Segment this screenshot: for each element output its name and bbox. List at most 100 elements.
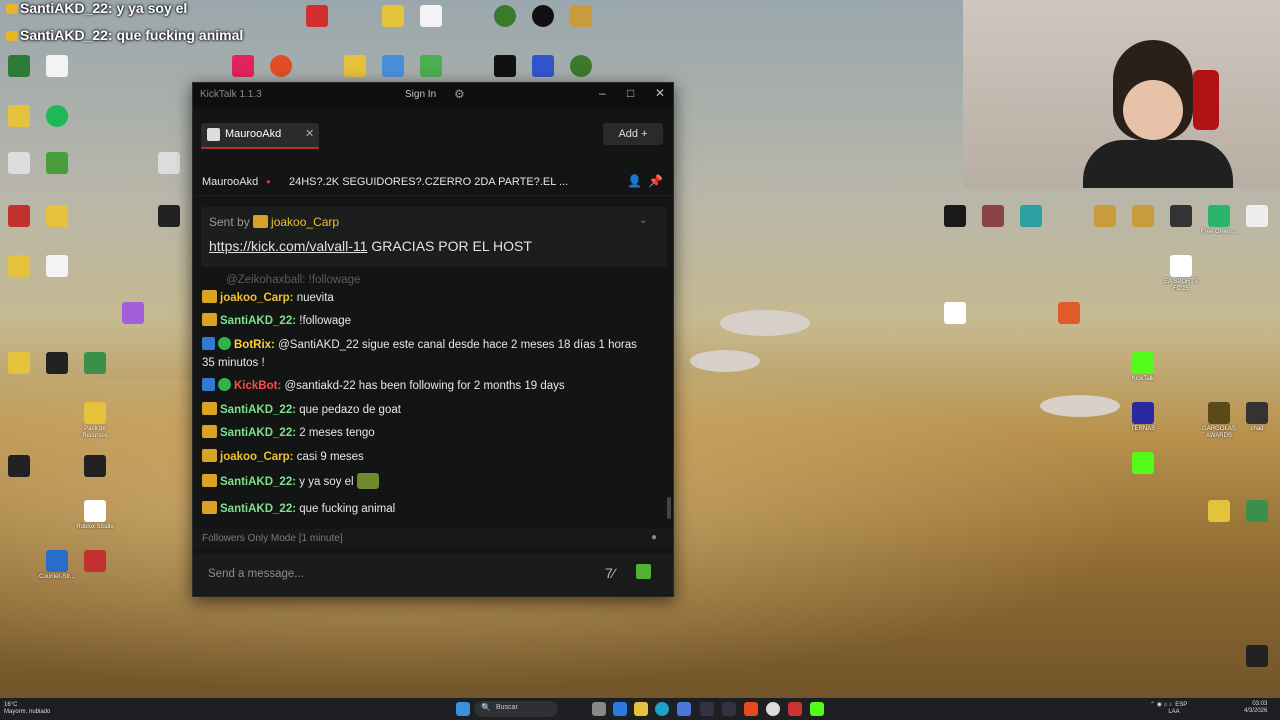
pinned-link[interactable]: https://kick.com/valvall-11 [209, 238, 367, 254]
close-tab-icon[interactable]: ✕ [305, 127, 314, 140]
chat-message: SantiAKD_22: 2 meses tengo [202, 424, 652, 442]
stream-title: 24HS?.2K SEGUIDORES?.CZERRO 2DA PARTE?.E… [289, 176, 569, 188]
brave-icon[interactable] [744, 702, 758, 716]
desktop-icon[interactable] [262, 55, 300, 79]
desktop-icon[interactable] [298, 5, 336, 29]
user-icon[interactable]: 👤 [627, 174, 642, 188]
sign-in-button[interactable]: Sign In [405, 89, 436, 100]
windows-start-icon[interactable] [456, 702, 470, 716]
app-icon[interactable] [722, 702, 736, 716]
desktop-icon[interactable] [1050, 302, 1088, 326]
desktop-icon[interactable] [224, 55, 262, 79]
desktop-icon[interactable] [76, 455, 114, 479]
maximize-icon[interactable]: □ [627, 86, 634, 100]
taskview-icon[interactable] [592, 702, 606, 716]
desktop-icon[interactable] [1086, 205, 1124, 229]
app-icon[interactable] [788, 702, 802, 716]
system-tray[interactable]: ⌃ ◉ ⌂ ♪ ESP LAA [1150, 702, 1187, 716]
desktop-icon[interactable] [114, 302, 152, 326]
desktop-icon[interactable] [1012, 205, 1050, 229]
desktop-icon[interactable] [38, 105, 76, 129]
chrome-icon[interactable] [766, 702, 780, 716]
desktop-icon[interactable] [974, 205, 1012, 229]
desktop-icon[interactable] [1238, 645, 1276, 669]
desktop-icon[interactable]: Free Green... [1200, 205, 1238, 236]
desktop-icon[interactable] [0, 205, 38, 229]
info-icon[interactable]: ● [651, 532, 657, 543]
desktop-icon[interactable]: chad [1238, 402, 1276, 433]
desktop-icon[interactable] [150, 205, 188, 229]
desktop-icon[interactable] [0, 255, 38, 279]
desktop-icon[interactable] [486, 5, 524, 29]
crown-icon [6, 4, 18, 15]
desktop-icon[interactable]: Pack de Recursos [76, 402, 114, 440]
desktop-icon[interactable] [1238, 205, 1276, 229]
desktop-icon[interactable]: EA SPORTS FC 25 [1162, 255, 1200, 293]
clock[interactable]: 03:03 4/3/2026 [1244, 701, 1267, 715]
desktop-icon[interactable] [1200, 500, 1238, 524]
add-tab-button[interactable]: Add + [603, 123, 663, 145]
desktop-icon[interactable] [38, 255, 76, 279]
kick-emote-icon[interactable] [636, 564, 651, 579]
desktop-icon[interactable]: Counter-Str... [38, 550, 76, 581]
desktop-icon[interactable] [0, 152, 38, 176]
desktop-icon[interactable] [0, 55, 38, 79]
app-icon[interactable] [700, 702, 714, 716]
emote-picker-icon[interactable]: 7⁄ [605, 565, 615, 581]
desktop-icon[interactable] [38, 55, 76, 79]
close-icon[interactable]: ✕ [655, 86, 665, 100]
desktop-icon[interactable] [0, 352, 38, 376]
edge-icon[interactable] [655, 702, 669, 716]
desktop-icon[interactable] [1162, 205, 1200, 229]
gear-icon[interactable]: ⚙ [454, 87, 465, 101]
chat-messages: @Zeikohaxball: !followage joakoo_Carp: n… [193, 271, 667, 521]
crown-icon [202, 290, 217, 303]
desktop-icon[interactable] [0, 105, 38, 129]
taskbar-search[interactable]: 🔍 Buscar [474, 701, 558, 717]
desktop-icon[interactable] [38, 352, 76, 376]
desktop-icon[interactable]: GARGOLAS AWARDS [1200, 402, 1238, 440]
message-input[interactable]: Send a message... [208, 568, 304, 580]
desktop-icon[interactable] [562, 55, 600, 79]
desktop-icon[interactable] [1124, 205, 1162, 229]
desktop-icon[interactable] [524, 5, 562, 29]
desktop-icon[interactable] [76, 352, 114, 376]
desktop-icon[interactable] [486, 55, 524, 79]
title-bar: KickTalk 1.1.3 Sign In ⚙ – □ ✕ [193, 83, 673, 107]
chat-message: SantiAKD_22: que fucking animal [202, 500, 652, 518]
pin-icon[interactable]: 📌 [648, 174, 663, 188]
chat-message: @Zeikohaxball: !followage [226, 274, 361, 286]
desktop-icon[interactable]: KickTalk [1124, 352, 1162, 383]
desktop-icon[interactable] [524, 55, 562, 79]
files-icon[interactable] [613, 702, 627, 716]
store-icon[interactable] [677, 702, 691, 716]
desktop-icon[interactable] [936, 302, 974, 326]
search-icon: 🔍 [481, 703, 491, 712]
desktop-icon[interactable] [412, 55, 450, 79]
pinned-content: https://kick.com/valvall-11 GRACIAS POR … [209, 238, 532, 254]
desktop-icon[interactable] [76, 550, 114, 574]
desktop-icon[interactable] [1238, 500, 1276, 524]
desktop-icon[interactable] [374, 55, 412, 79]
desktop-icon[interactable] [936, 205, 974, 229]
minimize-icon[interactable]: – [599, 86, 606, 100]
desktop-icon[interactable] [336, 55, 374, 79]
kicktalk-icon[interactable] [810, 702, 824, 716]
weather-widget[interactable]: 16°C Mayorm. nublado [4, 702, 50, 716]
chevron-down-icon[interactable]: ⌄ [639, 215, 647, 226]
desktop-icon[interactable] [1124, 452, 1162, 476]
chat-scrollbar[interactable] [667, 497, 671, 519]
desktop-icon[interactable] [150, 152, 188, 176]
desktop-icon[interactable]: TERNAS [1124, 402, 1162, 433]
chat-message: SantiAKD_22: que pedazo de goat [202, 401, 652, 419]
desktop-icon[interactable] [562, 5, 600, 29]
desktop-icon[interactable] [38, 152, 76, 176]
desktop-icon[interactable] [38, 205, 76, 229]
desktop-icon[interactable] [0, 455, 38, 479]
tab-mauroo-akd[interactable]: MaurooAkd ✕ [201, 123, 319, 149]
overlay-chat-line: SantiAKD_22: que fucking animal [6, 27, 243, 43]
desktop-icon[interactable] [374, 5, 412, 29]
explorer-icon[interactable] [634, 702, 648, 716]
desktop-icon[interactable]: Roblox Studio [76, 500, 114, 531]
desktop-icon[interactable] [412, 5, 450, 29]
